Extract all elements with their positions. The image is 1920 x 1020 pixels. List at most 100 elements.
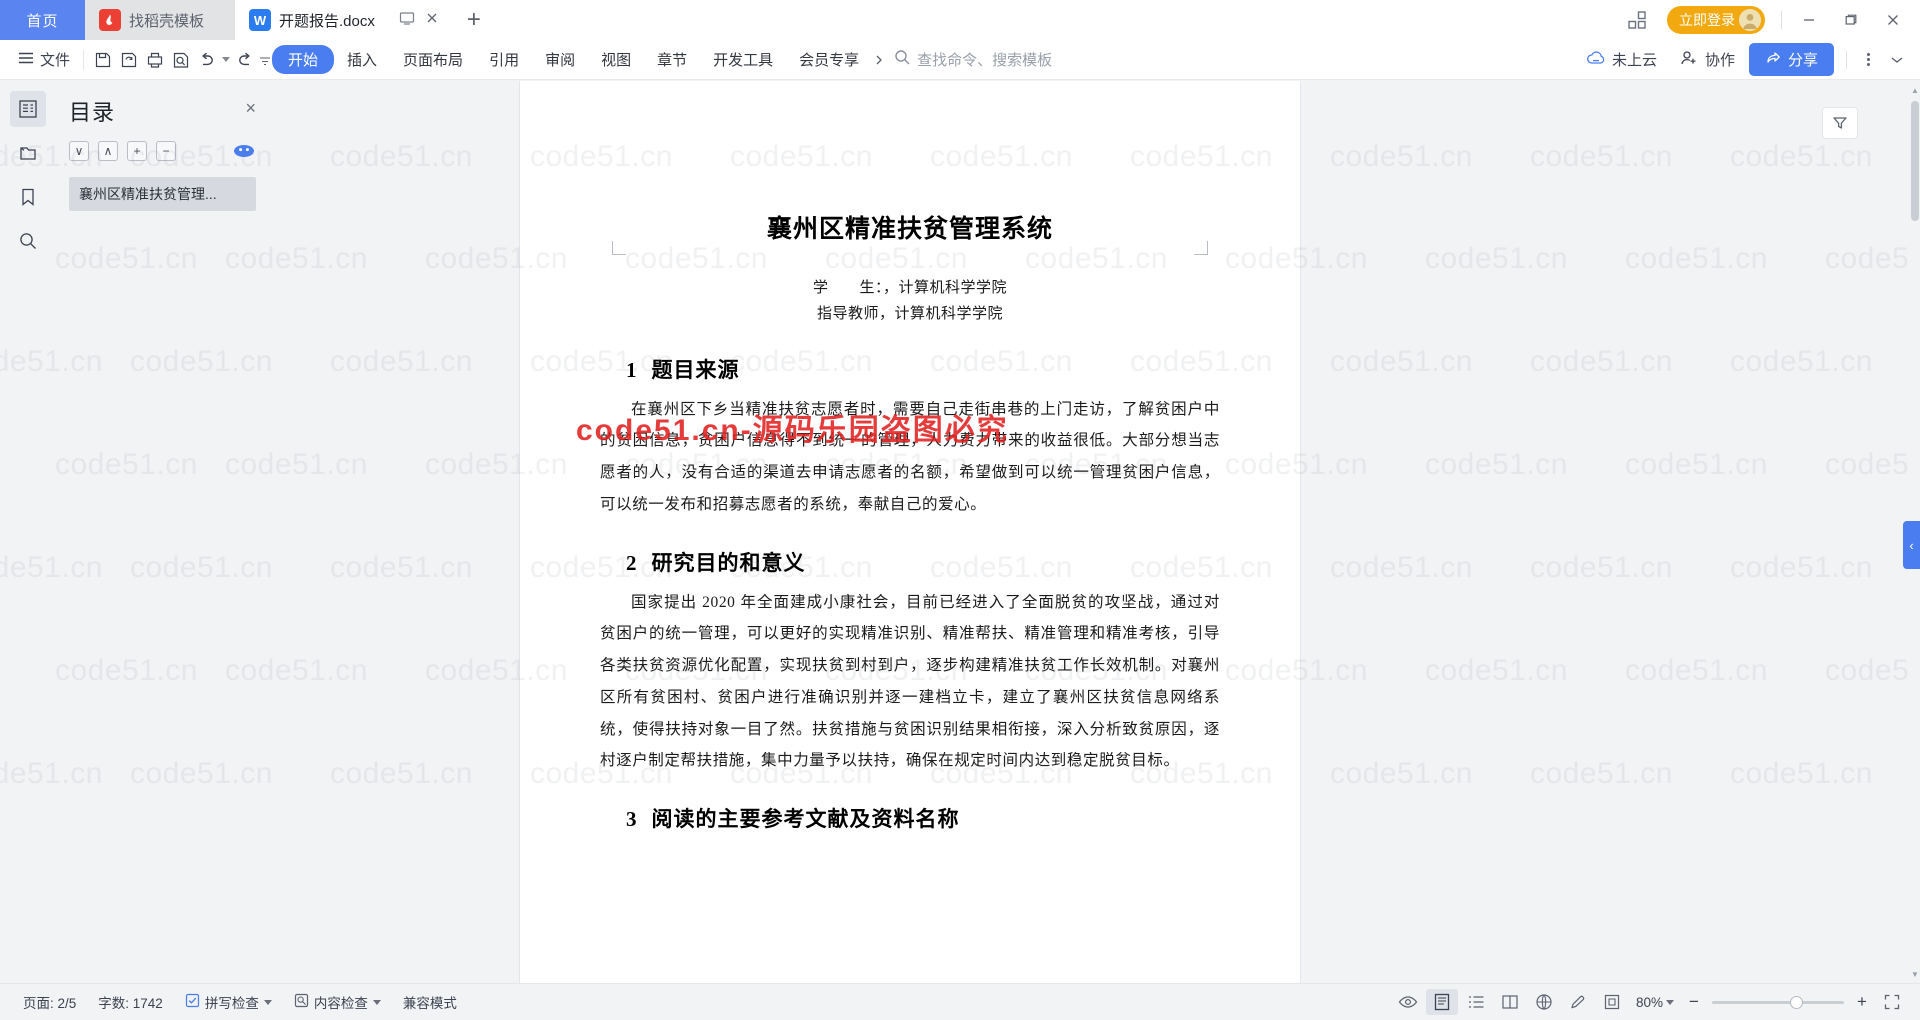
- apps-grid-icon[interactable]: [1617, 0, 1657, 40]
- collapse-ribbon-icon[interactable]: [1884, 47, 1910, 73]
- file-menu-label: 文件: [40, 52, 71, 69]
- section-heading-3: 3 阅读的主要参考文献及资料名称: [626, 803, 1220, 833]
- spellcheck-toggle[interactable]: 拼写检查: [174, 992, 283, 1012]
- zoom-in-button[interactable]: +: [1850, 992, 1874, 1012]
- eye-protect-icon[interactable]: [1392, 989, 1424, 1015]
- tab-label: 找稻壳模板: [129, 12, 205, 30]
- reading-view-icon[interactable]: [1494, 989, 1526, 1015]
- zoom-slider-handle[interactable]: [1790, 995, 1803, 1009]
- share-icon: [1765, 49, 1782, 70]
- window-controls: 立即登录: [1617, 0, 1920, 40]
- document-tab-templates[interactable]: 找稻壳模板: [85, 0, 235, 40]
- zoom-slider[interactable]: [1712, 995, 1844, 1009]
- more-options-button[interactable]: [1859, 53, 1878, 66]
- page-indicator[interactable]: 页面: 2/5: [12, 992, 87, 1012]
- page-view-icon[interactable]: [1425, 989, 1458, 1015]
- tab-start[interactable]: 开始: [272, 45, 335, 74]
- print-icon[interactable]: [142, 47, 168, 73]
- panel-title: 目录: [69, 100, 116, 125]
- chevron-down-icon: [263, 999, 272, 1005]
- login-button[interactable]: 立即登录: [1667, 6, 1765, 34]
- preview-eye-icon[interactable]: [232, 143, 256, 159]
- document-subtitle: 学 生：，计算机科学学院 指导教师，计算机科学学院: [600, 275, 1220, 328]
- tab-screen-icon[interactable]: [399, 10, 415, 30]
- ribbon-bar: 文件 开始 插入 页面布局 引用 审阅 视图 章节 开发工具 会员专享 查找命令…: [0, 40, 1920, 80]
- status-right-group: 80% − +: [1392, 989, 1908, 1015]
- share-button[interactable]: 分享: [1748, 43, 1834, 76]
- daoke-icon: [99, 9, 121, 31]
- new-tab-button[interactable]: +: [455, 0, 493, 40]
- tab-references[interactable]: 引用: [476, 45, 532, 74]
- web-view-icon[interactable]: [1528, 989, 1560, 1015]
- section-number: 2: [626, 550, 638, 575]
- section-title: 阅读的主要参考文献及资料名称: [651, 808, 960, 832]
- content-check-icon: [294, 993, 309, 1011]
- rail-bookmark-button[interactable]: [10, 179, 46, 215]
- outline-view-icon[interactable]: [1460, 989, 1492, 1015]
- undo-icon[interactable]: [194, 47, 220, 73]
- print-preview-icon[interactable]: [168, 47, 194, 73]
- title-bar: 首页 找稻壳模板 W 开题报告.docx + 立即登录: [0, 0, 1920, 40]
- search-command-box[interactable]: 查找命令、搜索模板: [894, 49, 1052, 70]
- tab-close-icon[interactable]: [425, 11, 439, 29]
- rail-search-button[interactable]: [10, 223, 46, 259]
- zoom-level-button[interactable]: 80%: [1630, 995, 1680, 1010]
- customize-toolbar-icon[interactable]: [258, 47, 272, 73]
- scrollbar-thumb[interactable]: [1911, 101, 1919, 221]
- document-canvas[interactable]: 襄州区精准扶贫管理系统 学 生：，计算机科学学院 指导教师，计算机科学学院 1题…: [270, 81, 1920, 983]
- document-page[interactable]: 襄州区精准扶贫管理系统 学 生：，计算机科学学院 指导教师，计算机科学学院 1题…: [520, 81, 1300, 983]
- increase-level-button[interactable]: +: [127, 141, 147, 161]
- rail-outline-button[interactable]: [9, 91, 46, 127]
- tab-review[interactable]: 审阅: [532, 45, 588, 74]
- tab-page-layout[interactable]: 页面布局: [390, 45, 476, 74]
- redo-icon[interactable]: [232, 47, 258, 73]
- document-tab-active[interactable]: W 开题报告.docx: [235, 0, 455, 40]
- word-count[interactable]: 字数: 1742: [87, 992, 174, 1012]
- search-placeholder: 查找命令、搜索模板: [917, 52, 1053, 69]
- collapse-side-panel-button[interactable]: ‹: [1903, 521, 1920, 569]
- close-button[interactable]: [1872, 0, 1914, 40]
- spellcheck-label: 拼写检查: [204, 996, 259, 1011]
- save-icon[interactable]: [90, 47, 116, 73]
- tab-vip[interactable]: 会员专享: [786, 45, 872, 74]
- collaborate-button[interactable]: 协作: [1671, 45, 1743, 75]
- cloud-status-button[interactable]: 未上云: [1578, 45, 1665, 75]
- wps-writer-window: 首页 找稻壳模板 W 开题报告.docx + 立即登录 文件 开始 插入 页面布…: [0, 0, 1920, 1020]
- undo-dropdown-icon[interactable]: [220, 47, 232, 73]
- scroll-up-arrow[interactable]: ▲: [1910, 83, 1920, 97]
- fit-page-icon[interactable]: [1596, 989, 1628, 1015]
- avatar: [1739, 9, 1761, 31]
- tab-section[interactable]: 章节: [644, 45, 700, 74]
- save-as-cloud-icon[interactable]: [116, 47, 142, 73]
- left-icon-rail: [0, 81, 55, 983]
- collapse-up-button[interactable]: ∧: [98, 141, 118, 161]
- zoom-out-button[interactable]: −: [1682, 992, 1706, 1012]
- rail-thumbnail-button[interactable]: [10, 135, 46, 171]
- divider: [1846, 50, 1847, 69]
- expand-down-button[interactable]: ∨: [69, 141, 89, 161]
- tab-vip-label: 会员专享: [799, 52, 860, 69]
- content-check-toggle[interactable]: 内容检查: [283, 992, 392, 1012]
- login-label: 立即登录: [1679, 12, 1735, 28]
- comment-filter-icon[interactable]: [1822, 107, 1858, 139]
- pen-edit-icon[interactable]: [1562, 989, 1594, 1015]
- minimize-button[interactable]: [1788, 0, 1830, 40]
- wps-writer-icon: W: [249, 9, 271, 31]
- fullscreen-icon[interactable]: [1876, 989, 1908, 1015]
- maximize-button[interactable]: [1830, 0, 1872, 40]
- home-tab[interactable]: 首页: [0, 0, 85, 40]
- tab-view[interactable]: 视图: [588, 45, 644, 74]
- decrease-level-button[interactable]: −: [156, 141, 176, 161]
- scroll-down-arrow[interactable]: ▼: [1910, 967, 1920, 981]
- zoom-level-label: 80%: [1635, 994, 1663, 1010]
- tab-developer-tools[interactable]: 开发工具: [700, 45, 786, 74]
- section-heading-2: 2 研究目的和意义: [626, 547, 1220, 577]
- ribbon-overflow-chevron-icon[interactable]: [872, 47, 886, 73]
- compatibility-mode[interactable]: 兼容模式: [392, 992, 468, 1012]
- close-panel-button[interactable]: ×: [245, 95, 256, 117]
- divider: [1781, 11, 1782, 29]
- file-menu-button[interactable]: 文件: [10, 45, 77, 75]
- content-check-label: 内容检查: [313, 996, 368, 1011]
- tab-insert[interactable]: 插入: [334, 45, 390, 74]
- outline-item[interactable]: 襄州区精准扶贫管理...: [69, 177, 256, 211]
